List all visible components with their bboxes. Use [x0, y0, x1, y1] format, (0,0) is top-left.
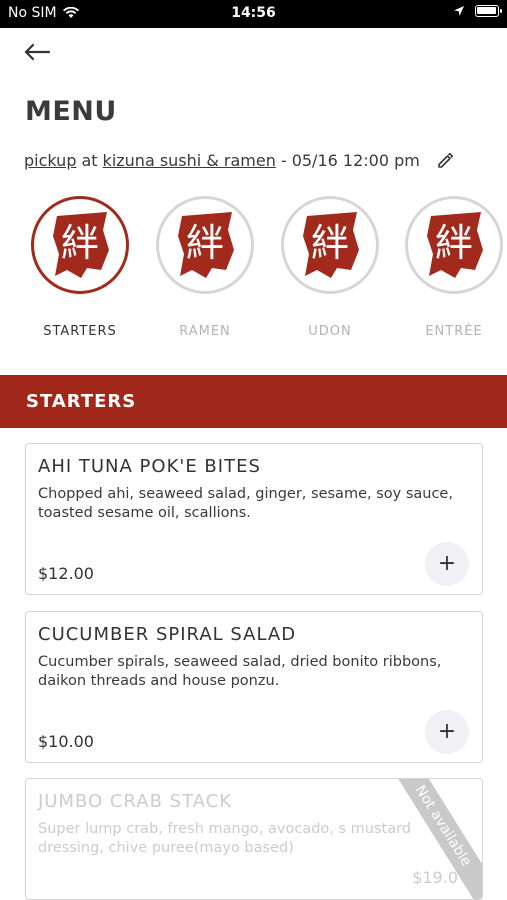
category-label: STARTERS: [43, 324, 117, 339]
restaurant-link[interactable]: kizuna sushi & ramen: [103, 151, 276, 170]
category-label: UDON: [308, 324, 352, 339]
status-bar: No SIM 14:56: [0, 0, 507, 28]
order-connector: at: [81, 151, 98, 170]
category-starters[interactable]: 絆 STARTERS: [20, 196, 140, 339]
back-button[interactable]: [22, 38, 54, 66]
item-description: Cucumber spirals, seaweed salad, dried b…: [38, 654, 442, 689]
status-right: [453, 5, 502, 17]
menu-item-card-unavailable: JUMBO CRAB STACK Super lump crab, fresh …: [25, 778, 483, 900]
add-item-button[interactable]: +: [425, 542, 469, 586]
location-icon: [454, 6, 464, 16]
category-carousel[interactable]: 絆 STARTERS 絆 RAMEN 絆 UDON 絆 ENTRÉE: [0, 196, 507, 346]
svg-text:絆: 絆: [435, 221, 473, 265]
kizuna-logo-icon: 絆: [303, 212, 359, 278]
add-item-button[interactable]: +: [425, 710, 469, 754]
item-name: JUMBO CRAB STACK: [38, 791, 233, 812]
svg-text:絆: 絆: [311, 221, 349, 265]
order-mode-link[interactable]: pickup: [24, 151, 76, 170]
kizuna-logo-icon: 絆: [53, 212, 109, 278]
item-name: CUCUMBER SPIRAL SALAD: [38, 624, 297, 645]
category-entree[interactable]: 絆 ENTRÉE: [394, 196, 507, 339]
battery-icon: [475, 5, 502, 17]
arrow-left-icon: [24, 43, 51, 61]
category-label: RAMEN: [179, 324, 231, 339]
item-description: Super lump crab, fresh mango, avocado, s…: [38, 821, 412, 856]
item-price: $12.00: [38, 564, 94, 583]
category-ramen[interactable]: 絆 RAMEN: [145, 196, 265, 339]
item-price: $19.0: [412, 868, 458, 887]
pencil-icon[interactable]: [437, 152, 454, 169]
status-time: 14:56: [231, 5, 276, 21]
item-price: $10.00: [38, 732, 94, 751]
menu-item-card[interactable]: AHI TUNA POK'E BITES Chopped ahi, seawee…: [25, 443, 483, 595]
category-label: ENTRÉE: [425, 324, 483, 339]
category-logo: 絆: [405, 196, 503, 294]
item-name: AHI TUNA POK'E BITES: [38, 456, 261, 477]
category-logo: 絆: [156, 196, 254, 294]
category-logo: 絆: [281, 196, 379, 294]
svg-text:絆: 絆: [61, 221, 99, 265]
kizuna-logo-icon: 絆: [178, 212, 234, 278]
svg-text:絆: 絆: [186, 221, 224, 265]
menu-item-card[interactable]: CUCUMBER SPIRAL SALAD Cucumber spirals, …: [25, 611, 483, 763]
order-datetime: - 05/16 12:00 pm: [280, 151, 420, 170]
category-logo: 絆: [31, 196, 129, 294]
category-udon[interactable]: 絆 UDON: [270, 196, 390, 339]
order-summary: pickup at kizuna sushi & ramen - 05/16 1…: [24, 151, 454, 170]
section-header: STARTERS: [0, 375, 507, 428]
kizuna-logo-icon: 絆: [427, 212, 483, 278]
page-title: MENU: [25, 96, 117, 127]
item-description: Chopped ahi, seaweed salad, ginger, sesa…: [38, 486, 453, 521]
